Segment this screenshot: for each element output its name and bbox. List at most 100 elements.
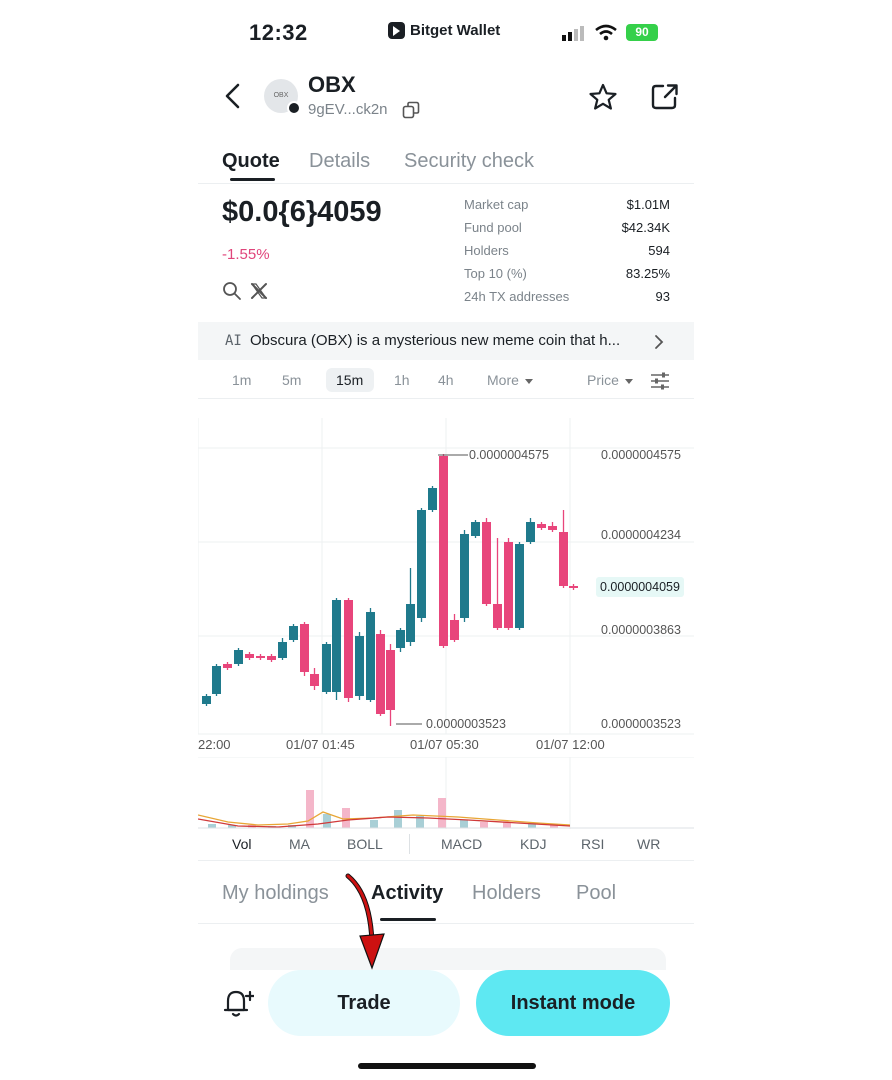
candle-body xyxy=(471,522,480,536)
candle-body xyxy=(344,600,353,698)
candle-body xyxy=(504,542,513,628)
timeframe-5m[interactable]: 5m xyxy=(282,372,301,388)
status-app-title: Bitget Wallet xyxy=(388,22,500,39)
candle-body xyxy=(428,488,437,510)
volume-bar xyxy=(306,790,314,828)
candles xyxy=(202,454,578,726)
candle-body xyxy=(256,656,265,658)
candle-body xyxy=(493,604,502,628)
candle-body xyxy=(300,624,309,672)
candle-body xyxy=(569,586,578,588)
chevron-right-icon[interactable] xyxy=(652,333,666,351)
home-indicator xyxy=(358,1063,536,1069)
trade-button[interactable]: Trade xyxy=(268,970,460,1036)
y-label-2: 0.0000004234 xyxy=(601,528,681,542)
caret-down-icon xyxy=(625,379,633,384)
y-label-1: 0.0000004575 xyxy=(601,448,681,462)
stat-label-market-cap: Market cap xyxy=(464,197,529,212)
divider xyxy=(409,834,410,854)
divider xyxy=(198,860,694,861)
indicator-rsi[interactable]: RSI xyxy=(581,836,604,852)
wifi-icon xyxy=(595,24,617,41)
indicator-ma[interactable]: MA xyxy=(289,836,310,852)
tab-quote[interactable]: Quote xyxy=(222,150,280,173)
y-label-4: 0.0000003523 xyxy=(601,717,681,731)
chart-low-label: 0.0000003523 xyxy=(426,717,506,731)
stat-value-market-cap: $1.01M xyxy=(626,197,670,212)
token-symbol: OBX xyxy=(308,72,356,97)
current-price-label: 0.0000004059 xyxy=(596,577,684,597)
bitget-logo-icon xyxy=(388,22,405,39)
volume-bar xyxy=(460,820,468,828)
candle-body xyxy=(202,696,211,704)
battery-icon: 90 xyxy=(626,24,658,41)
stat-label-fund-pool: Fund pool xyxy=(464,220,522,235)
stat-label-holders: Holders xyxy=(464,243,509,258)
content-card xyxy=(230,948,666,970)
divider xyxy=(198,183,694,184)
status-app-name: Bitget Wallet xyxy=(410,22,501,39)
time-label-1: 22:00 xyxy=(198,737,231,752)
token-address: 9gEV...ck2n xyxy=(308,101,388,118)
candle-body xyxy=(234,650,243,664)
stat-label-top10: Top 10 (%) xyxy=(464,266,527,281)
price-selector[interactable]: Price xyxy=(587,372,619,388)
price-change: -1.55% xyxy=(222,246,270,263)
signal-icon xyxy=(562,26,584,41)
back-arrow-icon[interactable] xyxy=(222,82,242,110)
indicator-macd[interactable]: MACD xyxy=(441,836,482,852)
ai-summary-text: Obscura (OBX) is a mysterious new meme c… xyxy=(250,332,621,349)
stat-value-fund-pool: $42.34K xyxy=(621,220,670,235)
subtab-my-holdings[interactable]: My holdings xyxy=(222,882,329,905)
x-twitter-icon[interactable] xyxy=(250,282,268,300)
caret-down-icon xyxy=(525,379,533,384)
indicator-boll[interactable]: BOLL xyxy=(347,836,383,852)
timeframe-more[interactable]: More xyxy=(487,372,519,388)
time-label-4: 01/07 12:00 xyxy=(536,737,605,752)
divider xyxy=(198,923,694,924)
tab-details[interactable]: Details xyxy=(309,150,370,173)
candle-body xyxy=(548,526,557,530)
timeframe-1m[interactable]: 1m xyxy=(232,372,251,388)
volume-bar xyxy=(394,810,402,828)
indicator-vol[interactable]: Vol xyxy=(232,836,251,852)
token-price: $0.0{6}4059 xyxy=(222,196,382,228)
candle-body xyxy=(417,510,426,618)
subtab-pool[interactable]: Pool xyxy=(576,882,616,905)
candle-body xyxy=(439,456,448,646)
candle-body xyxy=(515,544,524,628)
bell-plus-icon[interactable] xyxy=(222,986,254,1020)
time-label-3: 01/07 05:30 xyxy=(410,737,479,752)
candle-body xyxy=(537,524,546,528)
annotation-arrow-icon xyxy=(345,873,385,970)
volume-bar xyxy=(208,824,216,828)
candle-body xyxy=(450,620,459,640)
candle-body xyxy=(386,650,395,710)
stat-value-holders: 594 xyxy=(648,243,670,258)
volume-bar xyxy=(438,798,446,828)
candle-body xyxy=(278,642,287,658)
instant-mode-button[interactable]: Instant mode xyxy=(476,970,670,1036)
timeframe-4h[interactable]: 4h xyxy=(438,372,454,388)
candle-body xyxy=(332,600,341,692)
star-icon[interactable] xyxy=(588,83,618,111)
tab-security-check[interactable]: Security check xyxy=(404,150,534,173)
candle-body xyxy=(267,656,276,660)
candle-body xyxy=(322,644,331,692)
stat-value-top10: 83.25% xyxy=(625,266,670,281)
share-icon[interactable] xyxy=(650,82,680,112)
y-label-3: 0.0000003863 xyxy=(601,623,681,637)
volume-chart xyxy=(198,757,694,829)
ai-tag: AI xyxy=(225,333,242,349)
settings-sliders-icon[interactable] xyxy=(650,371,670,391)
subtab-holders[interactable]: Holders xyxy=(472,882,541,905)
candle-body xyxy=(366,612,375,700)
copy-icon[interactable] xyxy=(402,101,420,119)
indicator-kdj[interactable]: KDJ xyxy=(520,836,546,852)
indicator-wr[interactable]: WR xyxy=(637,836,660,852)
candle-body xyxy=(245,654,254,658)
search-icon[interactable] xyxy=(222,281,242,301)
timeframe-15m[interactable]: 15m xyxy=(336,372,363,388)
timeframe-1h[interactable]: 1h xyxy=(394,372,410,388)
candle-body xyxy=(355,636,364,696)
